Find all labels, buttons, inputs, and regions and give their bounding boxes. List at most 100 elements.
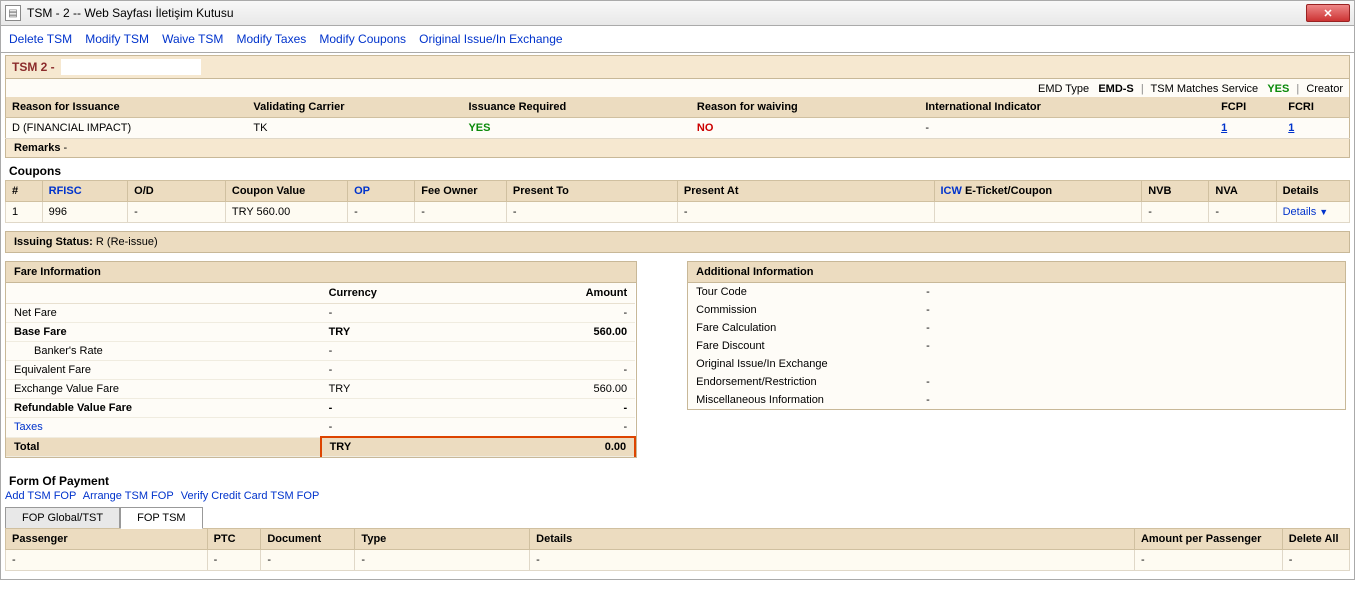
th-intl: International Indicator: [919, 97, 1215, 118]
refund-fare-label: Refundable Value Fare: [6, 399, 321, 418]
th-present-to: Present To: [506, 181, 677, 202]
fcri-link[interactable]: 1: [1288, 122, 1294, 134]
modify-tsm-link[interactable]: Modify TSM: [85, 32, 149, 46]
tab-fop-tsm[interactable]: FOP TSM: [120, 507, 203, 529]
tsm-header-row: TSM 2 -: [5, 55, 1350, 79]
fare-calc-label: Fare Calculation: [688, 319, 918, 337]
close-button[interactable]: ✕: [1306, 4, 1350, 22]
coupon-details-link[interactable]: Details ▼: [1283, 206, 1329, 218]
th-details: Details: [530, 529, 1135, 550]
th-issuance: Issuance Required: [462, 97, 690, 118]
creator-label: Creator: [1306, 83, 1343, 95]
commission-label: Commission: [688, 301, 918, 319]
issuing-status-bar: Issuing Status: R (Re-issue): [5, 231, 1350, 253]
add-tsm-fop-link[interactable]: Add TSM FOP: [5, 490, 76, 502]
th-waiving: Reason for waiving: [691, 97, 919, 118]
delete-tsm-link[interactable]: Delete TSM: [9, 32, 72, 46]
issuing-label: Issuing Status:: [14, 236, 93, 248]
carrier-value: TK: [247, 118, 462, 139]
coupon-nvb: -: [1142, 202, 1209, 223]
coupon-row: 1 996 - TRY 560.00 - - - - - - Details ▼: [6, 202, 1350, 223]
th-fcpi: FCPI: [1215, 97, 1282, 118]
th-details: Details: [1276, 181, 1349, 202]
additional-panel-title: Additional Information: [688, 262, 1345, 283]
th-delete: Delete All: [1282, 529, 1349, 550]
action-toolbar: Delete TSM Modify TSM Waive TSM Modify T…: [0, 26, 1355, 52]
fare-panel-title: Fare Information: [6, 262, 636, 283]
meta-bar: EMD Type EMD-S | TSM Matches Service YES…: [5, 79, 1350, 97]
th-n: #: [6, 181, 43, 202]
taxes-link[interactable]: Taxes: [14, 421, 43, 433]
document-icon: ▤: [5, 5, 21, 21]
equiv-fare-label: Equivalent Fare: [6, 361, 321, 380]
th-nva: NVA: [1209, 181, 1276, 202]
th-present-at: Present At: [677, 181, 934, 202]
th-passenger: Passenger: [6, 529, 208, 550]
tsm-name-field[interactable]: [61, 59, 201, 75]
issuance-value: YES: [462, 118, 690, 139]
matches-value: YES: [1267, 83, 1289, 95]
th-carrier: Validating Carrier: [247, 97, 462, 118]
matches-label: TSM Matches Service: [1151, 83, 1259, 95]
remarks-value: -: [64, 142, 68, 154]
remarks-label: Remarks: [14, 142, 60, 154]
window-titlebar: ▤ TSM - 2 -- Web Sayfası İletişim Kutusu…: [0, 0, 1355, 26]
fare-panel: Fare Information Currency Amount Net Far…: [5, 261, 637, 458]
coupon-n: 1: [6, 202, 43, 223]
original-label: Original Issue/In Exchange: [688, 355, 918, 373]
misc-label: Miscellaneous Information: [688, 391, 918, 409]
coupon-nva: -: [1209, 202, 1276, 223]
th-ptc: PTC: [207, 529, 261, 550]
emd-type-label: EMD Type: [1038, 83, 1089, 95]
th-nvb: NVB: [1142, 181, 1209, 202]
fop-links: Add TSM FOP Arrange TSM FOP Verify Credi…: [5, 490, 1350, 502]
fare-disc-label: Fare Discount: [688, 337, 918, 355]
chevron-down-icon: ▼: [1319, 207, 1328, 217]
base-fare-label: Base Fare: [6, 323, 321, 342]
verify-cc-link[interactable]: Verify Credit Card TSM FOP: [181, 490, 320, 502]
bankers-rate-label: Banker's Rate: [6, 342, 321, 361]
coupon-owner: -: [415, 202, 507, 223]
fop-tabs: FOP Global/TSTFOP TSM: [5, 506, 1350, 528]
total-label: Total: [6, 437, 321, 457]
fop-row: - - - - - - -: [6, 550, 1350, 571]
issuing-value: R (Re-issue): [96, 236, 158, 248]
th-amount: Amount: [478, 283, 635, 304]
coupon-od: -: [128, 202, 226, 223]
fcpi-link[interactable]: 1: [1221, 122, 1227, 134]
window-title: TSM - 2 -- Web Sayfası İletişim Kutusu: [27, 6, 1306, 20]
separator: |: [1141, 83, 1144, 95]
original-issue-link[interactable]: Original Issue/In Exchange: [419, 32, 562, 46]
modify-coupons-link[interactable]: Modify Coupons: [319, 32, 406, 46]
endorse-label: Endorsement/Restriction: [688, 373, 918, 391]
fop-title: Form Of Payment: [5, 468, 1350, 490]
th-op[interactable]: OP: [354, 185, 370, 197]
th-rfisc[interactable]: RFISC: [49, 185, 82, 197]
info-table: Reason for Issuance Validating Carrier I…: [5, 97, 1350, 139]
reason-value: D (FINANCIAL IMPACT): [6, 118, 248, 139]
waive-tsm-link[interactable]: Waive TSM: [162, 32, 223, 46]
tab-fop-global[interactable]: FOP Global/TST: [5, 507, 120, 528]
th-type: Type: [355, 529, 530, 550]
additional-panel: Additional Information Tour Code- Commis…: [687, 261, 1346, 410]
total-amount: 0.00: [478, 437, 635, 457]
modify-taxes-link[interactable]: Modify Taxes: [236, 32, 306, 46]
exchange-fare-label: Exchange Value Fare: [6, 380, 321, 399]
th-document: Document: [261, 529, 355, 550]
coupons-title: Coupons: [5, 158, 1350, 180]
coupon-value: TRY 560.00: [225, 202, 347, 223]
th-reason: Reason for Issuance: [6, 97, 248, 118]
th-icw[interactable]: ICW: [941, 185, 962, 197]
th-amount: Amount per Passenger: [1134, 529, 1282, 550]
tour-label: Tour Code: [688, 283, 918, 301]
fop-table: Passenger PTC Document Type Details Amou…: [5, 528, 1350, 571]
additional-table: Tour Code- Commission- Fare Calculation-…: [688, 283, 1345, 409]
coupon-op: -: [348, 202, 415, 223]
th-fee-owner: Fee Owner: [415, 181, 507, 202]
net-fare-label: Net Fare: [6, 304, 321, 323]
fare-table: Currency Amount Net Fare-- Base FareTRY5…: [6, 283, 636, 457]
intl-value: -: [919, 118, 1215, 139]
coupon-present-at: -: [677, 202, 934, 223]
th-coupon-value: Coupon Value: [225, 181, 347, 202]
arrange-tsm-fop-link[interactable]: Arrange TSM FOP: [83, 490, 174, 502]
